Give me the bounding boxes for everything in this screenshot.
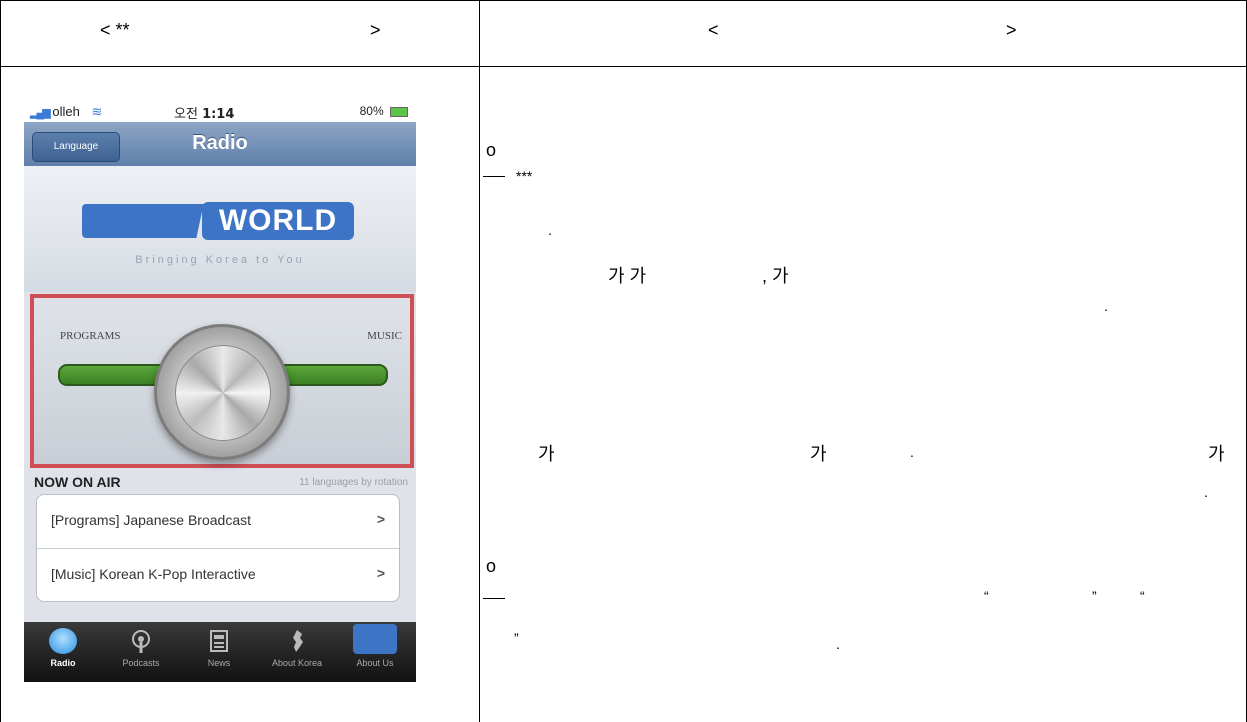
right-header-open: < bbox=[708, 20, 719, 40]
tab-label: Podcasts bbox=[122, 658, 160, 668]
battery-icon bbox=[390, 106, 408, 117]
time-value: 1:14 bbox=[202, 107, 235, 122]
period-3: . bbox=[910, 444, 914, 460]
period-1: . bbox=[548, 222, 552, 238]
quote-close-2: ” bbox=[514, 630, 519, 646]
carrier-name: olleh bbox=[52, 104, 80, 119]
screen-title: Radio bbox=[192, 132, 248, 154]
knob-face bbox=[175, 345, 271, 441]
tab-label: About Korea bbox=[271, 658, 323, 668]
quote-close-1: ” bbox=[1092, 588, 1097, 604]
left-header-close: > bbox=[370, 20, 381, 40]
dash-2 bbox=[483, 598, 505, 599]
status-time: 오전 1:14 bbox=[174, 103, 234, 122]
text-ga-b: 가 bbox=[810, 444, 827, 464]
tab-about-korea[interactable]: About Korea bbox=[258, 622, 336, 682]
tab-podcasts[interactable]: Podcasts bbox=[102, 622, 180, 682]
about-us-icon bbox=[353, 624, 397, 654]
tab-label: News bbox=[207, 658, 231, 668]
status-bar: ▂▄▆ olleh ≋ 오전 1:14 80% bbox=[24, 100, 416, 122]
list-item-music[interactable]: [Music] Korean K-Pop Interactive > bbox=[37, 549, 399, 601]
text-ga-c: 가 bbox=[1208, 444, 1225, 464]
tab-radio[interactable]: Radio bbox=[24, 622, 102, 682]
list-item-label: [Music] Korean K-Pop Interactive bbox=[51, 566, 256, 582]
programs-label: PROGRAMS bbox=[60, 330, 121, 342]
left-header-open: < ** bbox=[100, 20, 130, 40]
logo-word: WORLD bbox=[202, 202, 354, 240]
battery: 80% bbox=[360, 104, 408, 118]
time-prefix: 오전 bbox=[174, 107, 198, 122]
tab-about-us[interactable]: About Us bbox=[336, 622, 414, 682]
table-column-divider bbox=[479, 0, 480, 722]
text-ga-a: 가 bbox=[538, 444, 555, 464]
list-item-label: [Programs] Japanese Broadcast bbox=[51, 512, 251, 528]
tab-label: About Us bbox=[356, 658, 394, 668]
bullet-1: o bbox=[486, 140, 497, 160]
bullet-2: o bbox=[486, 556, 497, 576]
logo-mark bbox=[82, 204, 192, 238]
logo-banner: WORLD Bringing Korea to You bbox=[24, 166, 416, 292]
music-label: MUSIC bbox=[367, 330, 402, 342]
quote-open-1: “ bbox=[984, 588, 989, 604]
radio-icon bbox=[49, 628, 77, 654]
dash-1 bbox=[483, 176, 505, 177]
news-icon bbox=[205, 628, 233, 654]
table-border-left bbox=[0, 0, 1, 722]
chevron-right-icon: > bbox=[376, 565, 385, 581]
tab-news[interactable]: News bbox=[180, 622, 258, 682]
text-ga-ga: 가 가 bbox=[608, 266, 647, 286]
text-comma-ga: , 가 bbox=[762, 266, 789, 286]
quote-open-2: “ bbox=[1140, 588, 1145, 604]
signal-icon: ▂▄▆ bbox=[30, 107, 51, 119]
right-header-close: > bbox=[1006, 20, 1017, 40]
now-on-air-list: [Programs] Japanese Broadcast > [Music] … bbox=[36, 494, 400, 602]
selector-knob[interactable] bbox=[154, 324, 290, 460]
battery-percent: 80% bbox=[359, 104, 384, 118]
logo-tagline: Bringing Korea to You bbox=[135, 254, 305, 266]
table-border-top bbox=[0, 0, 1247, 1]
stars-note: *** bbox=[516, 168, 533, 184]
period-5: . bbox=[836, 636, 840, 652]
mode-selector: PROGRAMS MUSIC bbox=[30, 294, 414, 468]
table-header-divider bbox=[0, 66, 1247, 67]
podcast-icon bbox=[127, 628, 155, 654]
tab-bar: Radio Podcasts News About Korea About Us bbox=[24, 622, 416, 682]
list-item-programs[interactable]: [Programs] Japanese Broadcast > bbox=[37, 495, 399, 547]
chevron-right-icon: > bbox=[376, 511, 385, 527]
period-4: . bbox=[1204, 484, 1208, 500]
korea-map-icon bbox=[283, 628, 311, 654]
period-2: . bbox=[1104, 298, 1108, 314]
app-screenshot: ▂▄▆ olleh ≋ 오전 1:14 80% Language Radio W… bbox=[24, 100, 416, 682]
navigation-bar: Language Radio bbox=[24, 122, 416, 166]
now-on-air-title: NOW ON AIR bbox=[34, 474, 121, 490]
wifi-icon: ≋ bbox=[91, 104, 103, 119]
tab-label: Radio bbox=[50, 658, 76, 668]
carrier: ▂▄▆ olleh ≋ bbox=[30, 104, 102, 120]
now-on-air-subtitle: 11 languages by rotation bbox=[299, 477, 408, 488]
